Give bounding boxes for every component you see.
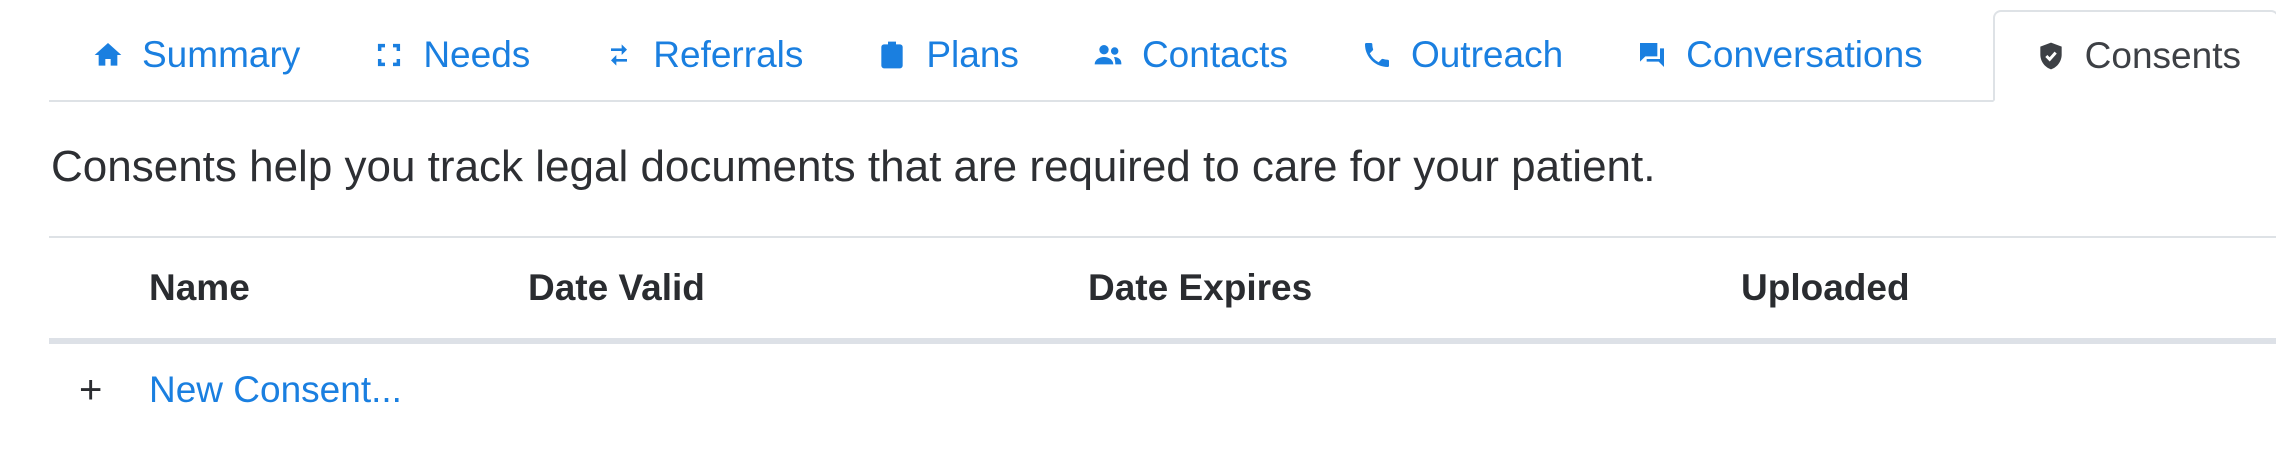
tab-contacts[interactable]: Contacts — [1089, 10, 1328, 100]
column-header-date-expires[interactable]: Date Expires — [1088, 238, 1312, 338]
tab-conversations[interactable]: Conversations — [1633, 10, 1963, 100]
tab-referrals[interactable]: Referrals — [600, 10, 843, 100]
clipboard-icon — [876, 39, 908, 71]
tab-needs[interactable]: Needs — [370, 10, 570, 100]
swap-arrows-icon — [603, 39, 635, 71]
consents-page: Summary Needs Referrals Plans Contacts O… — [0, 0, 2276, 462]
page-description: Consents help you track legal documents … — [51, 142, 1656, 191]
column-header-uploaded[interactable]: Uploaded — [1741, 238, 1910, 338]
home-icon — [92, 39, 124, 71]
tab-label: Consents — [2084, 35, 2241, 76]
tab-summary[interactable]: Summary — [89, 10, 340, 100]
people-icon — [1092, 39, 1124, 71]
tab-label: Contacts — [1141, 34, 1288, 75]
shield-check-icon — [2035, 40, 2067, 72]
tab-label: Summary — [142, 34, 301, 75]
table-header: Name Date Valid Date Expires Uploaded — [49, 238, 2276, 344]
tab-label: Referrals — [653, 34, 804, 75]
tab-label: Outreach — [1410, 34, 1564, 75]
tab-label: Needs — [423, 34, 531, 75]
plus-icon: + — [79, 368, 103, 412]
tab-outreach[interactable]: Outreach — [1358, 10, 1603, 100]
column-header-name[interactable]: Name — [149, 238, 250, 338]
new-consent-link[interactable]: New Consent... — [149, 369, 402, 411]
tab-label: Conversations — [1686, 34, 1923, 75]
chat-bubbles-icon — [1636, 39, 1668, 71]
phone-icon — [1361, 39, 1393, 71]
column-header-date-valid[interactable]: Date Valid — [528, 238, 705, 338]
tab-consents[interactable]: Consents — [1992, 10, 2276, 102]
tab-bar: Summary Needs Referrals Plans Contacts O… — [49, 10, 2276, 102]
tab-plans[interactable]: Plans — [873, 10, 1059, 100]
focus-corners-icon — [373, 39, 405, 71]
tab-label: Plans — [926, 34, 1019, 75]
new-consent-row[interactable]: + New Consent... — [49, 350, 402, 430]
